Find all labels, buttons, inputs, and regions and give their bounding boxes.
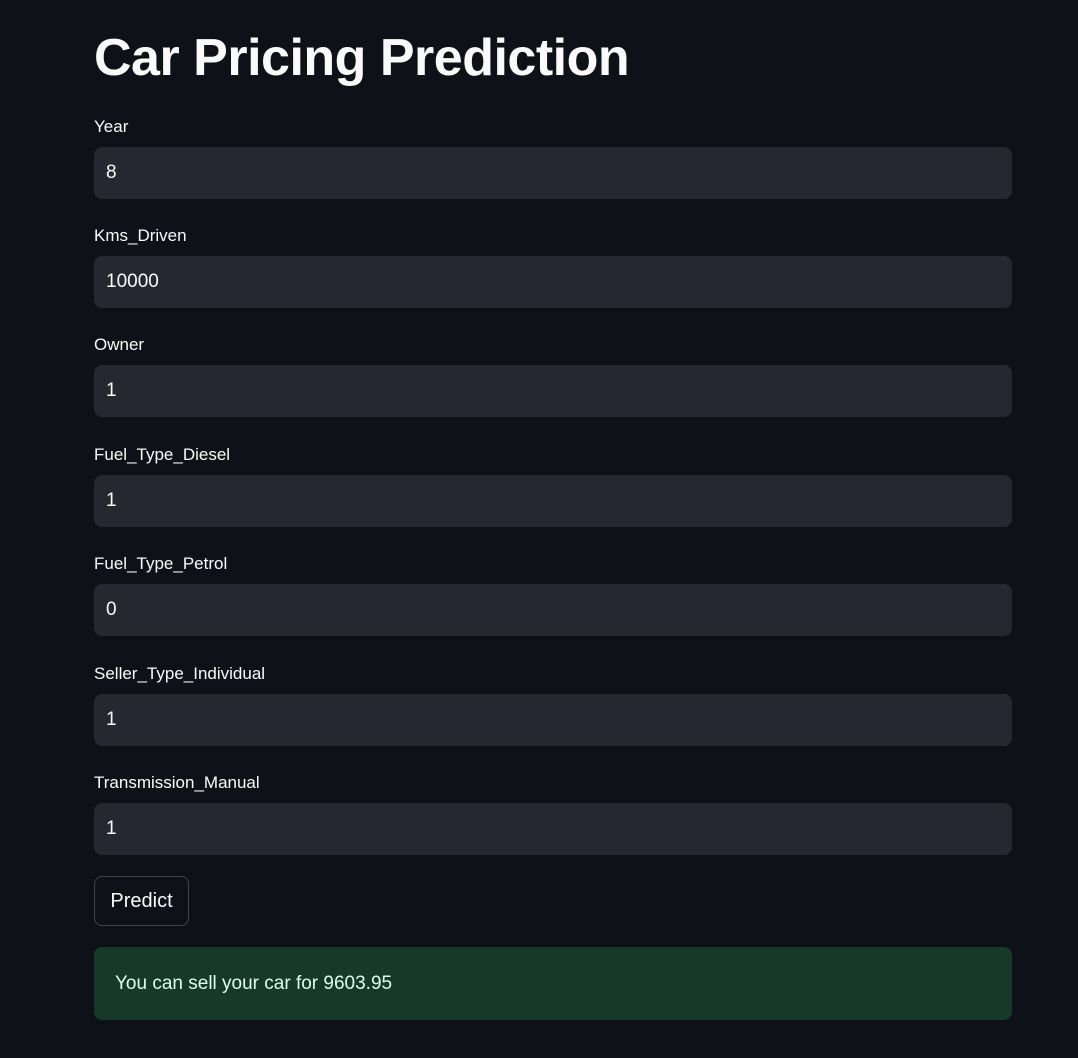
kms-driven-label: Kms_Driven bbox=[94, 226, 187, 245]
fuel-type-petrol-input[interactable] bbox=[94, 584, 1012, 636]
predict-button[interactable]: Predict bbox=[94, 876, 189, 926]
fuel-type-diesel-label: Fuel_Type_Diesel bbox=[94, 445, 231, 464]
fuel-type-diesel-input[interactable] bbox=[94, 475, 1012, 527]
transmission-manual-input[interactable] bbox=[94, 803, 1012, 855]
owner-input[interactable] bbox=[94, 365, 1012, 417]
year-label: Year bbox=[94, 117, 129, 136]
success-alert: You can sell your car for 9603.95 bbox=[94, 947, 1012, 1020]
year-input[interactable] bbox=[94, 147, 1012, 199]
seller-type-individual-input[interactable] bbox=[94, 694, 1012, 746]
transmission-manual-label: Transmission_Manual bbox=[94, 773, 260, 792]
page-title: Car Pricing Prediction bbox=[94, 29, 630, 87]
owner-label: Owner bbox=[94, 335, 145, 354]
app-window: Car Pricing Prediction Year Kms_Driven O… bbox=[0, 0, 1078, 1058]
fuel-type-petrol-label: Fuel_Type_Petrol bbox=[94, 554, 228, 573]
kms-driven-input[interactable] bbox=[94, 256, 1012, 308]
seller-type-individual-label: Seller_Type_Individual bbox=[94, 664, 266, 683]
prediction-result-text: You can sell your car for 9603.95 bbox=[115, 972, 393, 994]
